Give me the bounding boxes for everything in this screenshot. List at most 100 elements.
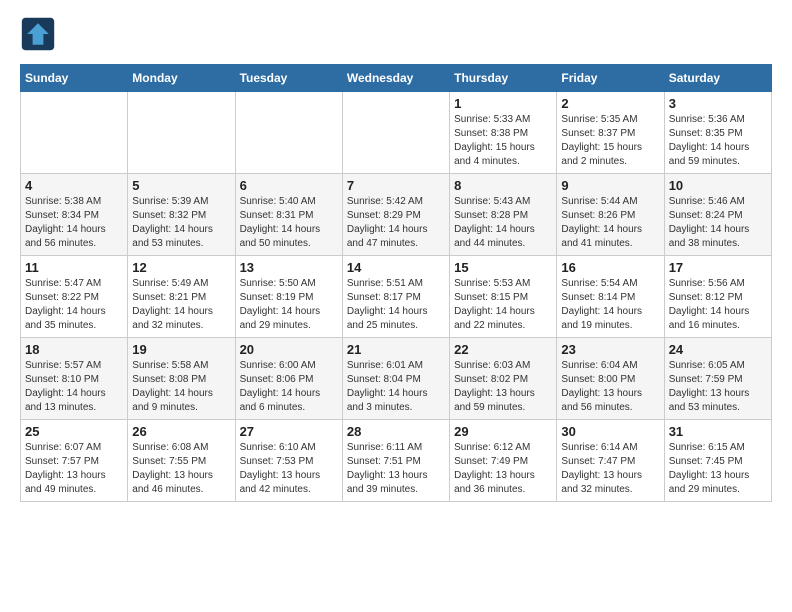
- day-number: 23: [561, 342, 659, 357]
- day-info: Sunrise: 6:01 AM Sunset: 8:04 PM Dayligh…: [347, 359, 445, 415]
- day-info: Sunrise: 5:57 AM Sunset: 8:10 PM Dayligh…: [25, 359, 123, 415]
- header: [20, 16, 772, 52]
- calendar-day-cell: 13 Sunrise: 5:50 AM Sunset: 8:19 PM Dayli…: [235, 256, 342, 338]
- calendar-day-cell: 18Sunrise: 5:57 AM Sunset: 8:10 PM Dayli…: [21, 338, 128, 420]
- day-number: 6: [240, 178, 338, 193]
- day-info: Sunrise: 5:43 AM Sunset: 8:28 PM Dayligh…: [454, 195, 552, 251]
- calendar-week-row: 11 Sunrise: 5:47 AM Sunset: 8:22 PM Dayli…: [21, 256, 772, 338]
- calendar-day-header: Wednesday: [342, 65, 449, 92]
- calendar-day-cell: 5 Sunrise: 5:39 AM Sunset: 8:32 PM Daylig…: [128, 174, 235, 256]
- calendar-day-cell: 21 Sunrise: 6:01 AM Sunset: 8:04 PM Dayli…: [342, 338, 449, 420]
- day-number: 25: [25, 424, 123, 439]
- calendar-week-row: 1 Sunrise: 5:33 AM Sunset: 8:38 PM Daylig…: [21, 92, 772, 174]
- calendar-day-cell: 23 Sunrise: 6:04 AM Sunset: 8:00 PM Dayli…: [557, 338, 664, 420]
- calendar-day-cell: [235, 92, 342, 174]
- calendar-day-cell: [342, 92, 449, 174]
- day-info: Sunrise: 5:42 AM Sunset: 8:29 PM Dayligh…: [347, 195, 445, 251]
- day-number: 17: [669, 260, 767, 275]
- day-info: Sunrise: 5:40 AM Sunset: 8:31 PM Dayligh…: [240, 195, 338, 251]
- day-number: 29: [454, 424, 552, 439]
- calendar-day-header: Sunday: [21, 65, 128, 92]
- calendar-day-cell: 22Sunrise: 6:03 AM Sunset: 8:02 PM Dayli…: [450, 338, 557, 420]
- page: SundayMondayTuesdayWednesdayThursdayFrid…: [0, 0, 792, 518]
- calendar-day-cell: 31Sunrise: 6:15 AM Sunset: 7:45 PM Dayli…: [664, 420, 771, 502]
- calendar-day-cell: 25 Sunrise: 6:07 AM Sunset: 7:57 PM Dayli…: [21, 420, 128, 502]
- calendar-day-cell: 26 Sunrise: 6:08 AM Sunset: 7:55 PM Dayli…: [128, 420, 235, 502]
- day-number: 19: [132, 342, 230, 357]
- day-number: 7: [347, 178, 445, 193]
- day-number: 11: [25, 260, 123, 275]
- calendar-day-cell: 14Sunrise: 5:51 AM Sunset: 8:17 PM Dayli…: [342, 256, 449, 338]
- day-number: 16: [561, 260, 659, 275]
- calendar-day-cell: 16 Sunrise: 5:54 AM Sunset: 8:14 PM Dayli…: [557, 256, 664, 338]
- day-info: Sunrise: 6:00 AM Sunset: 8:06 PM Dayligh…: [240, 359, 338, 415]
- calendar-day-cell: 7 Sunrise: 5:42 AM Sunset: 8:29 PM Daylig…: [342, 174, 449, 256]
- calendar-day-cell: 19Sunrise: 5:58 AM Sunset: 8:08 PM Dayli…: [128, 338, 235, 420]
- day-info: Sunrise: 5:49 AM Sunset: 8:21 PM Dayligh…: [132, 277, 230, 333]
- day-number: 20: [240, 342, 338, 357]
- calendar-day-cell: 28 Sunrise: 6:11 AM Sunset: 7:51 PM Dayli…: [342, 420, 449, 502]
- calendar-day-header: Monday: [128, 65, 235, 92]
- day-info: Sunrise: 5:36 AM Sunset: 8:35 PM Dayligh…: [669, 113, 767, 169]
- logo-icon: [20, 16, 56, 52]
- day-info: Sunrise: 5:46 AM Sunset: 8:24 PM Dayligh…: [669, 195, 767, 251]
- calendar-day-cell: 6 Sunrise: 5:40 AM Sunset: 8:31 PM Daylig…: [235, 174, 342, 256]
- calendar-day-cell: 12 Sunrise: 5:49 AM Sunset: 8:21 PM Dayli…: [128, 256, 235, 338]
- calendar-header-row: SundayMondayTuesdayWednesdayThursdayFrid…: [21, 65, 772, 92]
- day-info: Sunrise: 5:50 AM Sunset: 8:19 PM Dayligh…: [240, 277, 338, 333]
- calendar-week-row: 25 Sunrise: 6:07 AM Sunset: 7:57 PM Dayli…: [21, 420, 772, 502]
- day-number: 1: [454, 96, 552, 111]
- day-info: Sunrise: 6:08 AM Sunset: 7:55 PM Dayligh…: [132, 441, 230, 497]
- calendar-day-cell: [128, 92, 235, 174]
- day-number: 26: [132, 424, 230, 439]
- calendar-day-cell: 9Sunrise: 5:44 AM Sunset: 8:26 PM Daylig…: [557, 174, 664, 256]
- day-info: Sunrise: 6:07 AM Sunset: 7:57 PM Dayligh…: [25, 441, 123, 497]
- day-info: Sunrise: 6:05 AM Sunset: 7:59 PM Dayligh…: [669, 359, 767, 415]
- calendar-day-header: Thursday: [450, 65, 557, 92]
- calendar-week-row: 18Sunrise: 5:57 AM Sunset: 8:10 PM Dayli…: [21, 338, 772, 420]
- calendar-day-cell: 11 Sunrise: 5:47 AM Sunset: 8:22 PM Dayli…: [21, 256, 128, 338]
- day-number: 22: [454, 342, 552, 357]
- day-info: Sunrise: 6:04 AM Sunset: 8:00 PM Dayligh…: [561, 359, 659, 415]
- calendar-day-cell: 1 Sunrise: 5:33 AM Sunset: 8:38 PM Daylig…: [450, 92, 557, 174]
- day-number: 13: [240, 260, 338, 275]
- calendar-day-cell: 30 Sunrise: 6:14 AM Sunset: 7:47 PM Dayli…: [557, 420, 664, 502]
- day-info: Sunrise: 5:54 AM Sunset: 8:14 PM Dayligh…: [561, 277, 659, 333]
- day-number: 21: [347, 342, 445, 357]
- day-number: 2: [561, 96, 659, 111]
- day-info: Sunrise: 5:33 AM Sunset: 8:38 PM Dayligh…: [454, 113, 552, 169]
- day-info: Sunrise: 5:44 AM Sunset: 8:26 PM Dayligh…: [561, 195, 659, 251]
- day-number: 24: [669, 342, 767, 357]
- day-number: 5: [132, 178, 230, 193]
- day-number: 15: [454, 260, 552, 275]
- calendar-day-cell: 2 Sunrise: 5:35 AM Sunset: 8:37 PM Daylig…: [557, 92, 664, 174]
- day-info: Sunrise: 6:14 AM Sunset: 7:47 PM Dayligh…: [561, 441, 659, 497]
- day-info: Sunrise: 6:11 AM Sunset: 7:51 PM Dayligh…: [347, 441, 445, 497]
- day-number: 30: [561, 424, 659, 439]
- day-info: Sunrise: 5:39 AM Sunset: 8:32 PM Dayligh…: [132, 195, 230, 251]
- day-info: Sunrise: 6:12 AM Sunset: 7:49 PM Dayligh…: [454, 441, 552, 497]
- day-info: Sunrise: 5:56 AM Sunset: 8:12 PM Dayligh…: [669, 277, 767, 333]
- calendar-day-header: Friday: [557, 65, 664, 92]
- day-number: 4: [25, 178, 123, 193]
- day-number: 27: [240, 424, 338, 439]
- calendar-day-cell: 8 Sunrise: 5:43 AM Sunset: 8:28 PM Daylig…: [450, 174, 557, 256]
- day-info: Sunrise: 5:47 AM Sunset: 8:22 PM Dayligh…: [25, 277, 123, 333]
- calendar-day-cell: 24 Sunrise: 6:05 AM Sunset: 7:59 PM Dayli…: [664, 338, 771, 420]
- calendar-day-cell: 17 Sunrise: 5:56 AM Sunset: 8:12 PM Dayli…: [664, 256, 771, 338]
- day-info: Sunrise: 6:10 AM Sunset: 7:53 PM Dayligh…: [240, 441, 338, 497]
- calendar-week-row: 4Sunrise: 5:38 AM Sunset: 8:34 PM Daylig…: [21, 174, 772, 256]
- day-info: Sunrise: 6:15 AM Sunset: 7:45 PM Dayligh…: [669, 441, 767, 497]
- day-number: 28: [347, 424, 445, 439]
- calendar-table: SundayMondayTuesdayWednesdayThursdayFrid…: [20, 64, 772, 502]
- day-number: 3: [669, 96, 767, 111]
- calendar-day-cell: 20 Sunrise: 6:00 AM Sunset: 8:06 PM Dayli…: [235, 338, 342, 420]
- day-info: Sunrise: 5:35 AM Sunset: 8:37 PM Dayligh…: [561, 113, 659, 169]
- day-number: 8: [454, 178, 552, 193]
- calendar-day-cell: 10Sunrise: 5:46 AM Sunset: 8:24 PM Dayli…: [664, 174, 771, 256]
- day-info: Sunrise: 5:53 AM Sunset: 8:15 PM Dayligh…: [454, 277, 552, 333]
- logo: [20, 16, 60, 52]
- calendar-day-cell: 15 Sunrise: 5:53 AM Sunset: 8:15 PM Dayli…: [450, 256, 557, 338]
- day-number: 14: [347, 260, 445, 275]
- day-number: 12: [132, 260, 230, 275]
